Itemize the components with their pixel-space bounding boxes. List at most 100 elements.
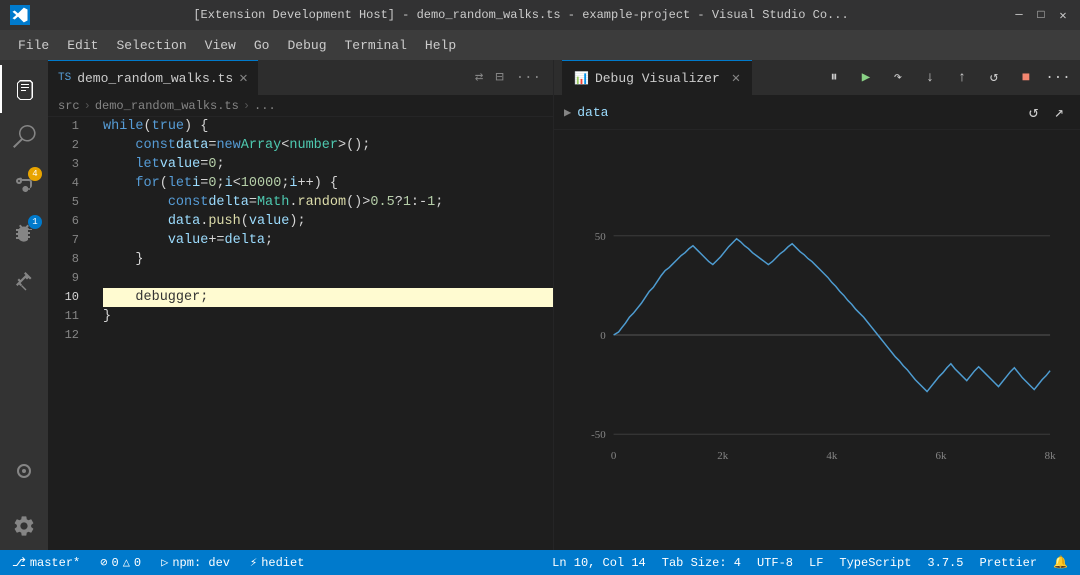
activity-search[interactable]: [0, 113, 48, 161]
open-external-button[interactable]: ↗: [1048, 99, 1070, 125]
run-icon: ▷: [161, 555, 168, 570]
debug-badge: 1: [28, 215, 42, 229]
step-out-button[interactable]: ↑: [948, 64, 976, 92]
language-status[interactable]: TypeScript: [835, 550, 915, 575]
encoding-status[interactable]: UTF-8: [753, 550, 797, 575]
svg-text:-50: -50: [591, 429, 606, 441]
menu-debug[interactable]: Debug: [279, 34, 334, 57]
close-button[interactable]: ✕: [1056, 8, 1070, 22]
step-over-button[interactable]: ↷: [884, 64, 912, 92]
hediet-status[interactable]: ⚡ hediet: [246, 550, 308, 575]
line-num-6: 6: [48, 212, 85, 231]
activity-debug[interactable]: 1: [0, 209, 48, 257]
hediet-label: hediet: [261, 556, 304, 570]
code-editor: 1 2 3 4 5 6 7 8 9 10 11 12 while (true) …: [48, 117, 553, 550]
line-num-4: 4: [48, 174, 85, 193]
svg-text:8k: 8k: [1045, 450, 1056, 462]
activity-remote[interactable]: [0, 450, 48, 498]
minimize-button[interactable]: ─: [1012, 8, 1026, 22]
code-line-10: debugger;: [103, 288, 553, 307]
activity-explorer[interactable]: [0, 65, 48, 113]
errors-warnings[interactable]: ⊘ 0 △ 0: [96, 550, 145, 575]
warning-count: 0: [134, 556, 141, 570]
activity-extensions[interactable]: [0, 257, 48, 305]
more-debug-button[interactable]: ···: [1044, 64, 1072, 92]
code-content[interactable]: while (true) { const data = new Array<nu…: [93, 117, 553, 550]
breadcrumb-file[interactable]: demo_random_walks.ts: [95, 99, 239, 113]
code-line-8: }: [103, 250, 553, 269]
stop-button[interactable]: ■: [1012, 64, 1040, 92]
version-status: 3.7.5: [923, 550, 967, 575]
notifications-bell[interactable]: 🔔: [1049, 550, 1072, 575]
debug-visualizer-tab[interactable]: 📊 Debug Visualizer ✕: [562, 60, 752, 95]
breadcrumb-ellipsis[interactable]: ...: [254, 99, 276, 113]
branch-name: master*: [30, 556, 80, 570]
ln-col-label: Ln 10, Col 14: [552, 556, 646, 570]
visualizer-actions: ↺ ↗: [1023, 99, 1070, 125]
right-panel: 📊 Debug Visualizer ✕ ⏸ ▶ ↷ ↓ ↑ ↺ ■ ··· ▶…: [553, 60, 1080, 550]
code-line-1: while (true) {: [103, 117, 553, 136]
breadcrumb-src[interactable]: src: [58, 99, 80, 113]
vscode-logo: [10, 5, 30, 25]
tab-close-button[interactable]: ✕: [239, 70, 247, 87]
data-variable-label: data: [577, 105, 608, 120]
activity-source-control[interactable]: 4: [0, 161, 48, 209]
editor-tab[interactable]: TS demo_random_walks.ts ✕: [48, 60, 258, 95]
chart-svg: 50 0 -50 0 2k 4k 6k 8k: [564, 140, 1060, 530]
code-line-6: data.push(value);: [103, 212, 553, 231]
encoding-label: UTF-8: [757, 556, 793, 570]
formatter-label: Prettier: [979, 556, 1037, 570]
window-title: [Extension Development Host] - demo_rand…: [40, 8, 1002, 22]
debug-tab-bar: 📊 Debug Visualizer ✕ ⏸ ▶ ↷ ↓ ↑ ↺ ■ ···: [554, 60, 1080, 95]
layout-button[interactable]: ⊟: [491, 67, 507, 88]
svg-text:4k: 4k: [826, 450, 837, 462]
title-bar: [Extension Development Host] - demo_rand…: [0, 0, 1080, 30]
tab-label: demo_random_walks.ts: [77, 71, 233, 86]
maximize-button[interactable]: □: [1034, 8, 1048, 22]
tab-bar: TS demo_random_walks.ts ✕ ⇄ ⊟ ···: [48, 60, 553, 95]
menu-selection[interactable]: Selection: [108, 34, 194, 57]
pause-button[interactable]: ⏸: [820, 64, 848, 92]
line-num-5: 5: [48, 193, 85, 212]
debug-tab-icon: 📊: [574, 71, 589, 86]
chart-line: [614, 239, 1050, 392]
menu-view[interactable]: View: [197, 34, 244, 57]
continue-button[interactable]: ▶: [852, 64, 880, 92]
refresh-vis-button[interactable]: ↺: [1023, 99, 1045, 125]
breadcrumb-sep2: ›: [243, 99, 250, 113]
line-num-11: 11: [48, 307, 85, 326]
menu-terminal[interactable]: Terminal: [337, 34, 415, 57]
formatter-status[interactable]: Prettier: [975, 550, 1041, 575]
breadcrumb-sep1: ›: [84, 99, 91, 113]
window-controls: ─ □ ✕: [1012, 8, 1070, 22]
tab-size-status[interactable]: Tab Size: 4: [658, 550, 745, 575]
error-icon: ⊘: [100, 555, 107, 570]
line-num-3: 3: [48, 155, 85, 174]
svg-text:2k: 2k: [717, 450, 728, 462]
code-line-5: const delta = Math.random() > 0.5 ? 1 : …: [103, 193, 553, 212]
npm-dev-status[interactable]: ▷ npm: dev: [157, 550, 234, 575]
line-num-2: 2: [48, 136, 85, 155]
menu-file[interactable]: File: [10, 34, 57, 57]
git-branch[interactable]: ⎇ master*: [8, 550, 84, 575]
status-bar: ⎇ master* ⊘ 0 △ 0 ▷ npm: dev ⚡ hediet Ln…: [0, 550, 1080, 575]
restart-button[interactable]: ↺: [980, 64, 1008, 92]
main-layout: 4 1 TS demo_ra: [0, 60, 1080, 550]
line-ending-status[interactable]: LF: [805, 550, 827, 575]
data-arrow: ▶: [564, 105, 571, 120]
step-into-button[interactable]: ↓: [916, 64, 944, 92]
editor-area: TS demo_random_walks.ts ✕ ⇄ ⊟ ··· src › …: [48, 60, 553, 550]
menu-go[interactable]: Go: [246, 34, 278, 57]
activity-settings[interactable]: [0, 502, 48, 550]
cursor-position[interactable]: Ln 10, Col 14: [548, 550, 650, 575]
status-right: Ln 10, Col 14 Tab Size: 4 UTF-8 LF TypeS…: [548, 550, 1072, 575]
visualizer-toolbar: ▶ data ↺ ↗: [554, 95, 1080, 130]
code-line-11: }: [103, 307, 553, 326]
debug-tab-close[interactable]: ✕: [732, 70, 740, 87]
more-actions-button[interactable]: ···: [512, 68, 545, 88]
menu-help[interactable]: Help: [417, 34, 464, 57]
language-label: TypeScript: [839, 556, 911, 570]
source-control-badge: 4: [28, 167, 42, 181]
split-editor-button[interactable]: ⇄: [471, 67, 487, 88]
menu-edit[interactable]: Edit: [59, 34, 106, 57]
